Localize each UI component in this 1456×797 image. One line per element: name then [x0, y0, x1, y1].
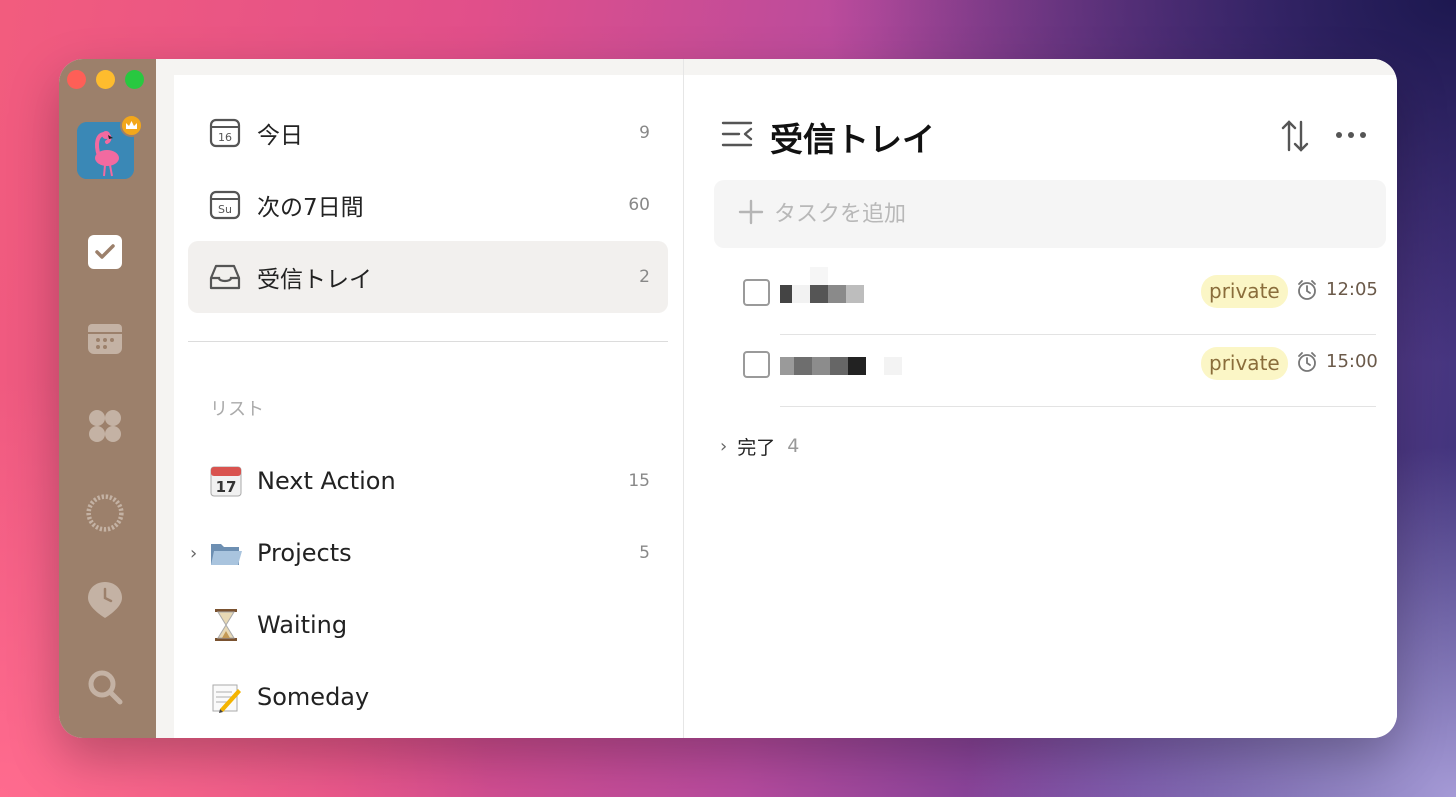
toggle-sidebar-button[interactable]: [721, 119, 753, 149]
rail-focus-button[interactable]: [85, 493, 125, 533]
sidebar-item-waiting[interactable]: Waiting: [188, 589, 668, 661]
page-title: 受信トレイ: [770, 120, 935, 159]
rail-search-button[interactable]: [85, 667, 125, 707]
sidebar-item-today[interactable]: 16 今日 9: [188, 97, 668, 169]
checkbox-icon: [88, 235, 122, 269]
task-reminder-time: 12:05: [1326, 279, 1378, 300]
sidebar-item-next-7-days[interactable]: Su 次の7日間 60: [188, 169, 668, 241]
plus-icon: [738, 199, 764, 225]
folder-emoji-icon: [208, 535, 244, 571]
menu-collapse-icon: [721, 121, 753, 147]
task-reminder-time: 15:00: [1326, 351, 1378, 372]
sidebar-item-someday[interactable]: Someday: [188, 661, 668, 733]
main-top-strip: [684, 59, 1397, 75]
progress-ring-icon: [86, 494, 124, 532]
add-task-input[interactable]: [774, 194, 1364, 234]
rail-tasks-button[interactable]: [85, 232, 125, 272]
sidebar-panel: 16 今日 9 Su 次の7日間 60 受信トレイ 2 リスト 17 Next …: [174, 75, 683, 738]
apps-grid-icon: [89, 410, 121, 442]
memo-emoji-icon: [208, 679, 244, 715]
app-window: 16 今日 9 Su 次の7日間 60 受信トレイ 2 リスト 17 Next …: [59, 59, 1397, 738]
calendar-icon: [88, 324, 122, 354]
list-item-count: 15: [628, 471, 650, 491]
alarm-clock-icon: [1298, 352, 1316, 372]
sort-button[interactable]: [1280, 119, 1310, 153]
task-checkbox[interactable]: [743, 279, 770, 306]
alarm-clock-icon: [1298, 280, 1316, 300]
task-checkbox[interactable]: [743, 351, 770, 378]
list-item-label: Next Action: [257, 467, 396, 495]
hourglass-emoji-icon: [208, 607, 244, 643]
add-task-bar[interactable]: [714, 180, 1386, 248]
rail-matrix-button[interactable]: [85, 406, 125, 446]
crown-icon: [120, 114, 143, 137]
navigation-rail: [59, 59, 156, 738]
inbox-tray-icon: [208, 260, 242, 294]
sidebar: 16 今日 9 Su 次の7日間 60 受信トレイ 2 リスト 17 Next …: [156, 59, 683, 738]
minimize-window-button[interactable]: [96, 70, 115, 89]
more-dots-icon: [1336, 132, 1366, 138]
list-item-count: 5: [639, 543, 650, 563]
sidebar-item-count: 60: [628, 195, 650, 215]
clock-pin-icon: [88, 582, 122, 618]
task-list-pane: 受信トレイ タスクを追加 private 12:05 private 15:00…: [683, 59, 1397, 738]
completed-label: 完了: [737, 436, 776, 459]
svg-text:16: 16: [218, 131, 232, 144]
tag-badge[interactable]: private: [1201, 347, 1288, 380]
sidebar-divider: [188, 341, 668, 342]
list-item-label: Someday: [257, 683, 370, 711]
rail-habit-button[interactable]: [85, 580, 125, 620]
completed-section-toggle[interactable]: › 完了 4: [720, 431, 799, 461]
calendar-su-icon: Su: [208, 188, 242, 222]
sidebar-item-count: 9: [639, 123, 650, 143]
search-icon: [88, 670, 123, 705]
sidebar-item-count: 2: [639, 267, 650, 287]
avatar[interactable]: [77, 114, 143, 179]
more-options-button[interactable]: [1334, 125, 1368, 145]
list-item-label: Waiting: [257, 611, 348, 639]
task-row[interactable]: private 12:05: [743, 263, 1378, 335]
chevron-right-icon[interactable]: ›: [190, 543, 197, 564]
sidebar-item-label: 受信トレイ: [257, 267, 372, 293]
sidebar-item-label: 次の7日間: [257, 195, 364, 221]
chevron-right-icon: ›: [720, 435, 728, 457]
rail-calendar-button[interactable]: [85, 319, 125, 359]
svg-text:17: 17: [216, 478, 237, 496]
calendar-16-icon: 16: [208, 116, 242, 150]
task-row[interactable]: private 15:00: [743, 335, 1378, 407]
sidebar-item-label: 今日: [257, 123, 303, 149]
list-item-label: Projects: [257, 539, 352, 567]
svg-text:Su: Su: [218, 203, 232, 216]
sidebar-item-next-action[interactable]: 17 Next Action 15: [188, 445, 668, 517]
sort-arrows-icon: [1281, 120, 1309, 152]
completed-count: 4: [787, 435, 800, 457]
calendar-emoji-icon: 17: [208, 463, 244, 499]
lists-section-label: リスト: [210, 399, 264, 420]
tag-badge[interactable]: private: [1201, 275, 1288, 308]
sidebar-item-inbox[interactable]: 受信トレイ 2: [188, 241, 668, 313]
sidebar-item-projects[interactable]: › Projects 5: [188, 517, 668, 589]
zoom-window-button[interactable]: [125, 70, 144, 89]
close-window-button[interactable]: [67, 70, 86, 89]
